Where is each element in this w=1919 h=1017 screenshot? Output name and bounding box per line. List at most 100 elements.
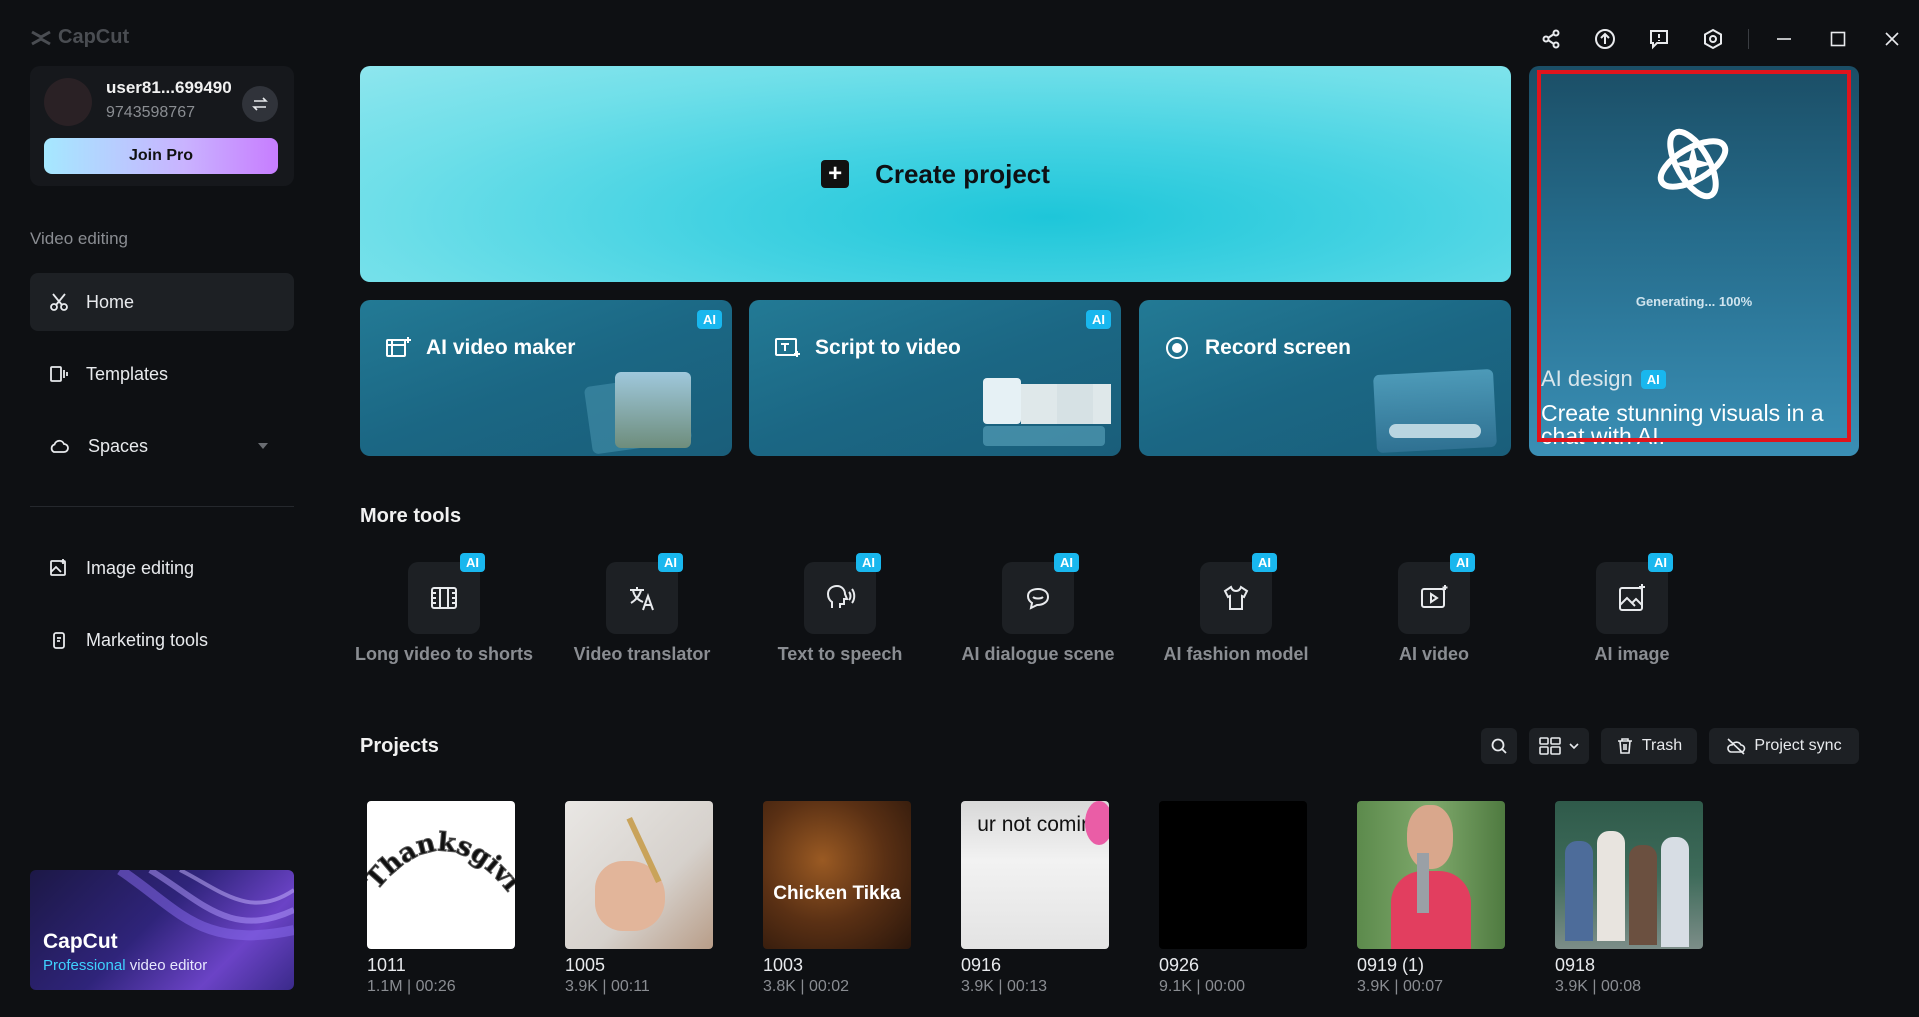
- cloud-icon: [50, 439, 69, 453]
- tool-ai-image[interactable]: AI AI image: [1533, 553, 1731, 682]
- maximize-icon[interactable]: [1811, 20, 1865, 58]
- sidebar-divider: [30, 506, 294, 507]
- search-icon: [1491, 738, 1507, 754]
- project-thumbnail: [1159, 801, 1307, 949]
- create-project-button[interactable]: + Create project: [360, 66, 1511, 282]
- record-screen-card[interactable]: Record screen: [1139, 300, 1511, 456]
- card-title: Record screen: [1205, 336, 1351, 359]
- project-thumbnail: Thanksgiving: [367, 801, 515, 949]
- image-edit-icon: [50, 559, 66, 576]
- card-title: AI video maker: [426, 336, 576, 359]
- tool-ai-fashion-model[interactable]: AI AI fashion model: [1137, 553, 1335, 682]
- record-icon: [1166, 337, 1188, 359]
- close-icon[interactable]: [1865, 20, 1919, 58]
- speech-head-icon: [826, 584, 856, 608]
- svg-text:Thanksgiving: Thanksgiving: [367, 801, 515, 897]
- sidebar-item-label: Home: [86, 291, 135, 312]
- sidebar-item-marketing-tools[interactable]: Marketing tools: [30, 611, 294, 669]
- sidebar-item-home[interactable]: Home: [30, 273, 294, 331]
- project-name: 0919 (1): [1357, 955, 1425, 975]
- project-item[interactable]: ur not comin 0916 3.9K | 00:13: [961, 801, 1109, 996]
- film-ai-icon: [386, 337, 411, 357]
- user-id: 9743598767: [106, 104, 195, 121]
- thumb-text: Chicken Tikka: [773, 883, 901, 904]
- section-label-video-editing: Video editing: [30, 229, 128, 248]
- ai-video-maker-card[interactable]: AI video maker AI: [360, 300, 732, 456]
- preview-person-1: [1021, 384, 1057, 424]
- project-item[interactable]: 0919 (1) 3.9K | 00:07: [1357, 801, 1505, 996]
- ai-badge: AI: [1648, 553, 1673, 572]
- swap-icon: [252, 97, 268, 111]
- project-meta: 3.8K | 00:02: [763, 978, 849, 995]
- ai-badge: AI: [460, 553, 485, 572]
- trash-button[interactable]: Trash: [1601, 728, 1697, 764]
- cloud-off-icon: [1727, 738, 1746, 755]
- upload-icon[interactable]: [1578, 20, 1632, 58]
- settings-icon[interactable]: [1686, 20, 1740, 58]
- join-pro-button[interactable]: Join Pro: [44, 138, 278, 174]
- shirt-icon: [1223, 585, 1249, 610]
- script-to-video-card[interactable]: Script to video AI: [749, 300, 1121, 456]
- project-meta: 3.9K | 00:11: [565, 978, 650, 995]
- search-button[interactable]: [1481, 728, 1517, 764]
- trash-label: Trash: [1641, 737, 1683, 754]
- view-toggle-button[interactable]: [1529, 728, 1589, 764]
- preview-bar: [983, 426, 1105, 446]
- marketing-icon: [53, 632, 65, 649]
- sidebar-item-label: Templates: [86, 363, 169, 384]
- minimize-icon[interactable]: [1757, 20, 1811, 58]
- avatar[interactable]: [44, 78, 92, 126]
- project-meta: 3.9K | 00:08: [1555, 978, 1641, 995]
- image-ai-icon: [1619, 584, 1645, 611]
- tool-icon-box: [1002, 562, 1074, 634]
- sidebar-item-templates[interactable]: Templates: [30, 345, 294, 403]
- preview-text-card: [983, 378, 1021, 424]
- project-name: 0918: [1555, 955, 1596, 975]
- tool-long-video-to-shorts[interactable]: AI Long video to shorts: [345, 553, 543, 682]
- project-item[interactable]: Chicken Tikka 1003 3.8K | 00:02: [763, 801, 911, 996]
- video-play-icon: [1421, 585, 1448, 608]
- sidebar-item-label: Image editing: [86, 557, 195, 578]
- project-name: 1011: [367, 955, 406, 975]
- translate-icon: [630, 587, 654, 611]
- ai-badge: AI: [1252, 553, 1277, 572]
- project-item[interactable]: 1005 3.9K | 00:11: [565, 801, 713, 996]
- tool-text-to-speech[interactable]: AI Text to speech: [741, 553, 939, 682]
- project-meta: 3.9K | 00:07: [1357, 978, 1443, 995]
- share-icon[interactable]: [1524, 20, 1578, 58]
- project-sync-label: Project sync: [1754, 737, 1842, 754]
- preview-person-3: [1093, 384, 1111, 424]
- long-video-icon: [431, 587, 457, 609]
- highlight-box: [1537, 70, 1851, 442]
- tool-icon-box: [408, 562, 480, 634]
- promo-banner[interactable]: CapCut Professional video editor: [30, 870, 294, 990]
- project-sync-button[interactable]: Project sync: [1709, 728, 1859, 764]
- project-thumbnail: [565, 801, 713, 949]
- project-item[interactable]: 0918 3.9K | 00:08: [1555, 801, 1703, 996]
- tool-label: Long video to shorts: [355, 644, 533, 664]
- tool-video-translator[interactable]: AI Video translator: [543, 553, 741, 682]
- switch-account-button[interactable]: [242, 86, 278, 122]
- chevron-down-icon[interactable]: [256, 441, 270, 451]
- feedback-icon[interactable]: [1632, 20, 1686, 58]
- app-logo-text: CapCut: [58, 26, 130, 48]
- templates-icon: [50, 366, 68, 382]
- create-project-label: Create project: [875, 158, 1050, 189]
- thumb-kid-3: [1629, 845, 1657, 945]
- sidebar-item-image-editing[interactable]: Image editing: [30, 539, 294, 597]
- project-item[interactable]: 0926 9.1K | 00:00: [1159, 801, 1307, 996]
- tool-ai-video[interactable]: AI AI video: [1335, 553, 1533, 682]
- sidebar-item-spaces[interactable]: Spaces: [30, 417, 294, 475]
- project-meta: 1.1M | 00:26: [367, 978, 456, 995]
- dialogue-icon: [1026, 587, 1050, 610]
- thumb-kid-4: [1661, 837, 1689, 947]
- ai-badge: AI: [1054, 553, 1079, 572]
- tool-label: AI image: [1594, 644, 1670, 664]
- tool-ai-dialogue-scene[interactable]: AI AI dialogue scene: [939, 553, 1137, 682]
- tool-label: AI fashion model: [1163, 644, 1309, 664]
- project-item[interactable]: Thanksgiving 1011 1.1M | 00:26: [367, 801, 515, 996]
- project-meta: 3.9K | 00:13: [961, 978, 1047, 995]
- username: user81...699490: [106, 78, 232, 97]
- project-name: 1003: [763, 955, 804, 975]
- project-meta: 9.1K | 00:00: [1159, 978, 1245, 995]
